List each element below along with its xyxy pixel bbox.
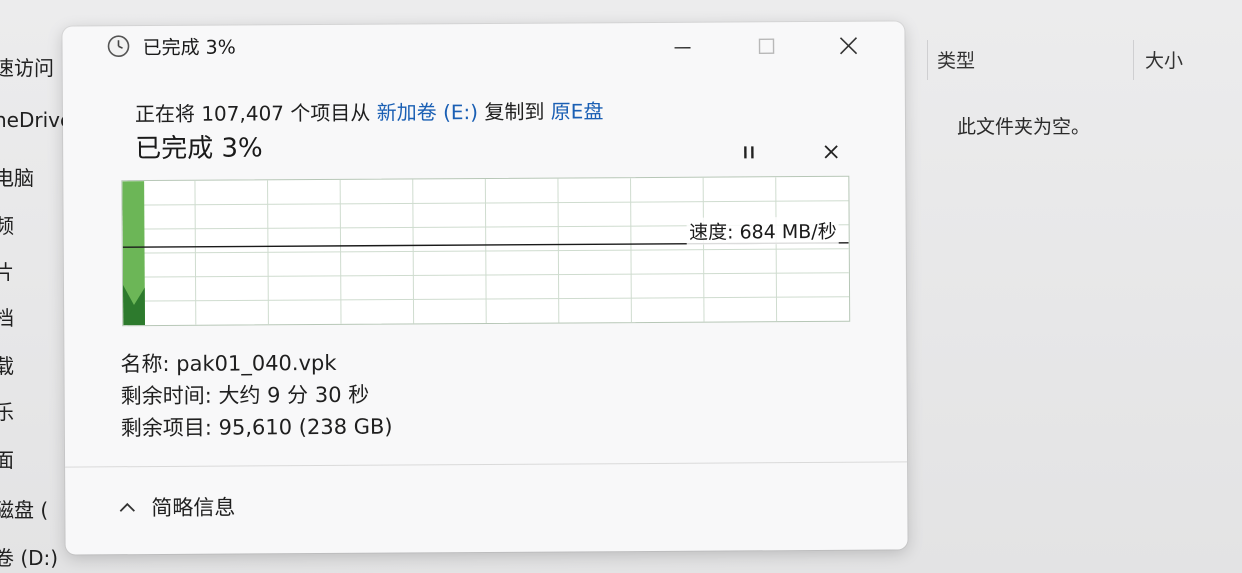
nav-item-downloads[interactable]: 载 bbox=[0, 350, 14, 379]
empty-folder-message: 此文件夹为空。 bbox=[957, 116, 1091, 138]
copy-description: 正在将 107,407 个项目从 新加卷 (E:) 复制到 原E盘 bbox=[135, 95, 604, 127]
footer-divider bbox=[65, 461, 908, 468]
nav-item-videos[interactable]: 频 bbox=[0, 210, 14, 239]
nav-item-volume-d[interactable]: 卷 (D:) bbox=[0, 542, 58, 571]
source-link[interactable]: 新加卷 (E:) bbox=[377, 100, 478, 125]
window-title: 已完成 3% bbox=[142, 36, 236, 60]
copy-progress-dialog: 已完成 3% 正在将 107,407 个项目从 新加卷 (E:) 复制到 原E盘… bbox=[62, 21, 908, 555]
cancel-button[interactable] bbox=[815, 138, 847, 166]
nav-item-desktop[interactable]: 面 bbox=[0, 444, 14, 473]
title-bar[interactable]: 已完成 3% bbox=[62, 21, 904, 74]
column-header-size[interactable]: 大小 bbox=[1145, 46, 1183, 73]
progress-percent-title: 已完成 3% bbox=[135, 133, 263, 165]
column-separator[interactable] bbox=[927, 40, 928, 80]
graph-grid bbox=[122, 177, 850, 325]
cancel-icon bbox=[824, 145, 838, 159]
progress-fill bbox=[122, 181, 146, 326]
speed-graph-canvas bbox=[122, 177, 850, 326]
screen: 速访问 neDrive - 电脑 频 片 档 载 乐 面 磁盘 ( 卷 (D:)… bbox=[0, 0, 1242, 573]
minimize-icon bbox=[674, 47, 691, 49]
nav-item-pictures[interactable]: 片 bbox=[0, 256, 14, 285]
copy-description-middle: 复制到 bbox=[477, 99, 551, 125]
time-remaining-detail: 剩余时间: 大约 9 分 30 秒 bbox=[120, 382, 370, 409]
maximize-icon bbox=[758, 38, 775, 55]
column-header-type[interactable]: 类型 bbox=[937, 46, 975, 73]
nav-item-quick-access[interactable]: 速访问 bbox=[0, 52, 54, 81]
close-button[interactable] bbox=[824, 28, 872, 64]
nav-item-music[interactable]: 乐 bbox=[0, 396, 14, 425]
nav-item-local-disk-c[interactable]: 磁盘 ( bbox=[0, 494, 48, 523]
column-separator[interactable] bbox=[1133, 40, 1134, 80]
fewer-details-toggle[interactable]: 简略信息 bbox=[117, 492, 235, 523]
file-name-detail: 名称: pak01_040.vpk bbox=[120, 350, 337, 377]
explorer-file-list: 类型 大小 此文件夹为空。 bbox=[905, 0, 1242, 573]
pause-icon bbox=[744, 146, 754, 159]
close-icon bbox=[839, 37, 858, 55]
destination-link[interactable]: 原E盘 bbox=[551, 99, 604, 123]
nav-item-documents[interactable]: 档 bbox=[0, 302, 14, 331]
copy-description-prefix: 正在将 107,407 个项目从 bbox=[134, 100, 377, 127]
clock-icon bbox=[106, 34, 130, 58]
chevron-up-icon bbox=[119, 502, 135, 512]
items-remaining-detail: 剩余项目: 95,610 (238 GB) bbox=[120, 414, 393, 441]
minimize-button[interactable] bbox=[658, 29, 706, 65]
fewer-details-label: 简略信息 bbox=[151, 495, 236, 521]
nav-item-this-pc[interactable]: 电脑 bbox=[0, 162, 34, 191]
transfer-speed-graph: 速度: 684 MB/秒 bbox=[121, 175, 851, 327]
pause-button[interactable] bbox=[733, 138, 765, 166]
speed-label: 速度: 684 MB/秒 bbox=[686, 216, 839, 245]
maximize-button[interactable] bbox=[742, 28, 790, 64]
